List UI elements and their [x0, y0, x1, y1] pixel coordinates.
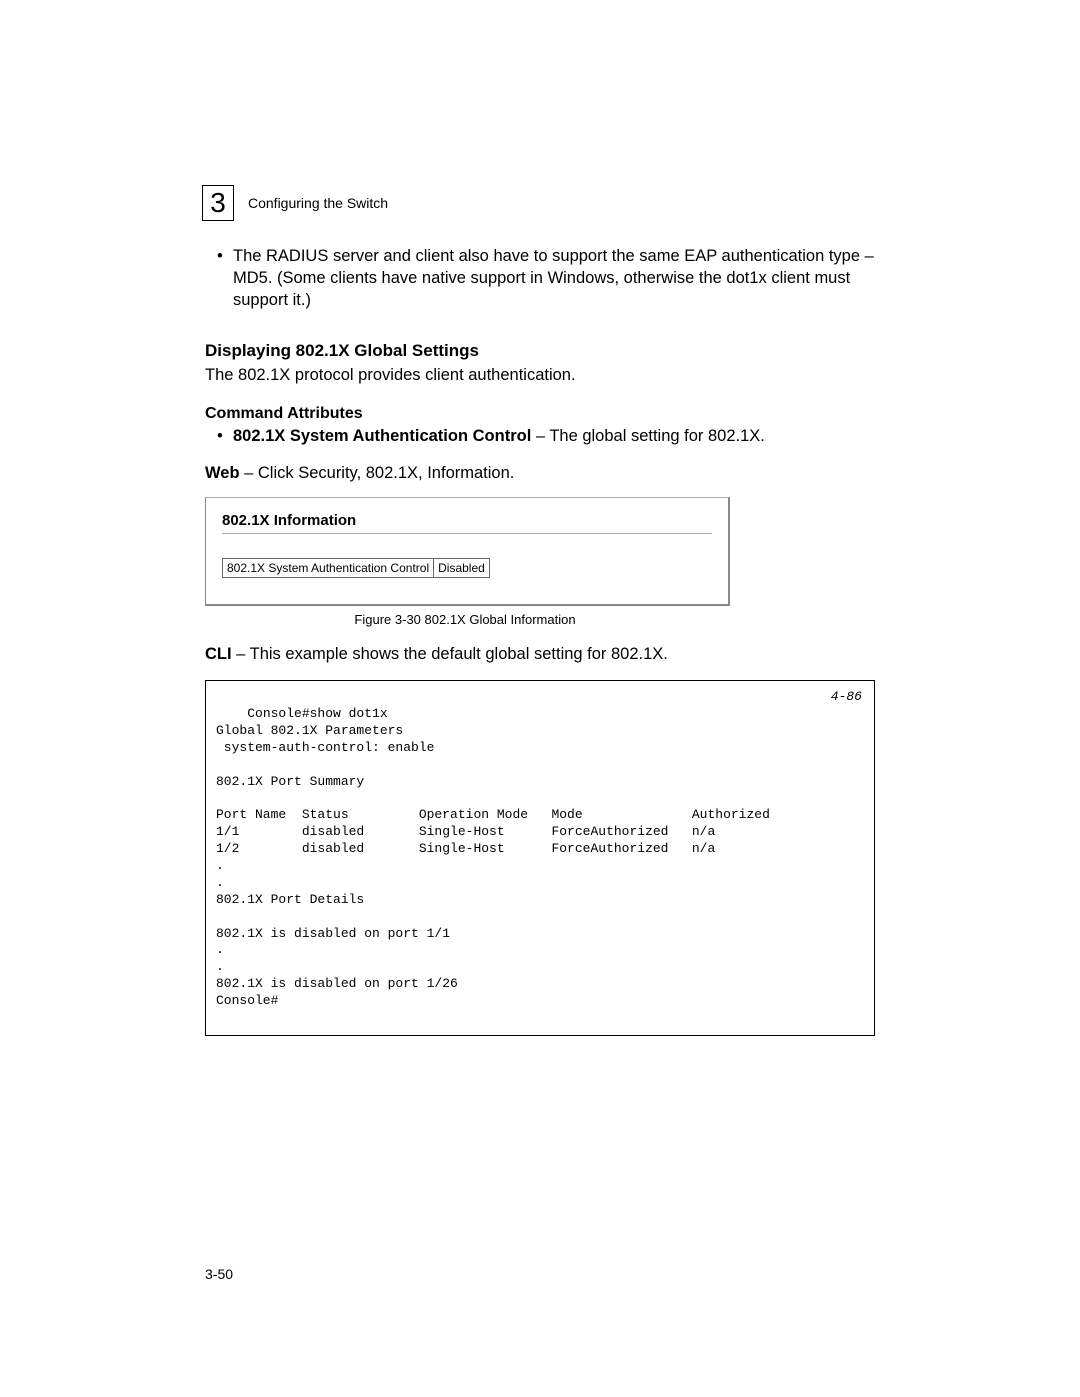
top-bullet: • The RADIUS server and client also have… — [217, 246, 875, 311]
bullet-dot-icon: • — [217, 427, 233, 446]
web-bold: Web — [205, 464, 240, 482]
info-table-label: 802.1X System Authentication Control — [223, 559, 434, 577]
info-table: 802.1X System Authentication Control Dis… — [222, 558, 490, 578]
cli-intro-text: – This example shows the default global … — [232, 645, 668, 663]
cli-output-box: 4-86 Console#show dot1x Global 802.1X Par… — [205, 680, 875, 1036]
attribute-label: 802.1X System Authentication Control — [233, 427, 531, 445]
web-text: – Click Security, 802.1X, Information. — [240, 464, 515, 482]
section-heading: Displaying 802.1X Global Settings — [205, 341, 875, 361]
cli-page-ref: 4-86 — [831, 689, 862, 706]
top-bullet-text: The RADIUS server and client also have t… — [233, 246, 875, 311]
cli-bold: CLI — [205, 645, 232, 663]
info-table-value: Disabled — [434, 559, 489, 577]
info-panel-title: 802.1X Information — [222, 512, 712, 529]
divider — [222, 533, 712, 534]
cli-body: Console#show dot1x Global 802.1X Paramet… — [216, 706, 770, 1008]
figure-caption: Figure 3-30 802.1X Global Information — [205, 612, 725, 627]
attributes-heading: Command Attributes — [205, 405, 875, 423]
attribute-line: • 802.1X System Authentication Control –… — [217, 427, 875, 446]
section-intro: The 802.1X protocol provides client auth… — [205, 365, 875, 387]
chapter-number: 3 — [210, 187, 226, 219]
web-instruction: Web – Click Security, 802.1X, Informatio… — [205, 464, 875, 483]
chapter-number-box: 3 — [202, 185, 234, 221]
bullet-dot-icon: • — [217, 246, 233, 311]
page-number: 3-50 — [205, 1266, 875, 1282]
chapter-title: Configuring the Switch — [248, 195, 388, 211]
page-header: 3 Configuring the Switch — [202, 185, 875, 221]
info-panel: 802.1X Information 802.1X System Authent… — [205, 497, 730, 606]
attribute-desc: – The global setting for 802.1X. — [531, 427, 765, 445]
cli-intro: CLI – This example shows the default glo… — [205, 645, 875, 664]
